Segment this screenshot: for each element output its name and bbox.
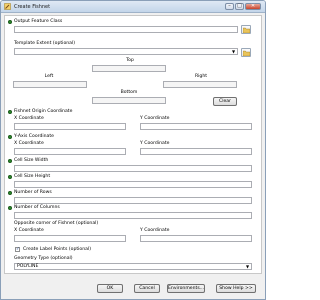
- columns-input[interactable]: [14, 212, 252, 219]
- clear-button[interactable]: Clear: [213, 97, 237, 106]
- button-bar: OK Cancel Environments... Show Help >>: [1, 277, 265, 299]
- yaxis-x-input[interactable]: [14, 148, 126, 155]
- create-label-points-label: Create Label Points (optional): [23, 247, 92, 252]
- opposite-y-input[interactable]: [140, 235, 252, 242]
- folder-icon: [243, 50, 250, 56]
- columns-label: Number of Columns: [14, 205, 60, 210]
- maximize-button[interactable]: □: [235, 3, 244, 10]
- required-dot-icon: [8, 20, 12, 24]
- geometry-type-label: Geometry Type (optional): [14, 256, 73, 261]
- origin-y-input[interactable]: [140, 123, 252, 130]
- required-dot-icon: [8, 159, 12, 163]
- rows-label: Number of Rows: [14, 190, 52, 195]
- required-dot-icon: [8, 206, 12, 210]
- yaxis-x-label: X Coordinate: [14, 141, 44, 146]
- minimize-button[interactable]: –: [225, 3, 234, 10]
- output-feature-class-label: Output Feature Class: [14, 19, 63, 24]
- geometry-type-dropdown[interactable]: POLYLINE ▼: [14, 263, 252, 270]
- origin-label: Fishnet Origin Coordinate: [14, 109, 73, 114]
- top-input[interactable]: [92, 65, 166, 72]
- cell-height-input[interactable]: [14, 181, 252, 188]
- left-label: Left: [44, 74, 54, 79]
- chevron-down-icon: ▼: [231, 49, 236, 54]
- opposite-label: Opposite corner of Fishnet (optional): [14, 221, 99, 226]
- yaxis-y-input[interactable]: [140, 148, 252, 155]
- rows-input[interactable]: [14, 197, 252, 204]
- opposite-y-label: Y Coordinate: [140, 228, 170, 233]
- parameters-panel: Output Feature Class Template Extent (op…: [4, 15, 262, 274]
- create-fishnet-dialog: Create Fishnet – □ ✕ Output Feature Clas…: [0, 0, 266, 300]
- opposite-x-input[interactable]: [14, 235, 126, 242]
- browse-output-button[interactable]: [241, 25, 251, 34]
- folder-icon: [243, 27, 250, 33]
- close-button[interactable]: ✕: [245, 3, 261, 10]
- template-extent-dropdown[interactable]: ▼: [14, 48, 238, 55]
- bottom-input[interactable]: [92, 97, 166, 104]
- browse-template-button[interactable]: [241, 48, 251, 57]
- right-input[interactable]: [163, 81, 237, 88]
- yaxis-label: Y-Axis Coordinate: [14, 134, 54, 139]
- right-label: Right: [194, 74, 208, 79]
- top-label: Top: [126, 58, 134, 63]
- cell-width-input[interactable]: [14, 165, 252, 172]
- bottom-label: Bottom: [120, 90, 138, 95]
- cell-height-label: Cell Size Height: [14, 174, 51, 179]
- required-dot-icon: [8, 135, 12, 139]
- required-dot-icon: [8, 191, 12, 195]
- geometry-type-value: POLYLINE: [17, 264, 39, 269]
- output-feature-class-input[interactable]: [14, 26, 238, 33]
- required-dot-icon: [8, 110, 12, 114]
- window-title: Create Fishnet: [14, 4, 51, 10]
- chevron-down-icon: ▼: [245, 264, 250, 269]
- yaxis-y-label: Y Coordinate: [140, 141, 170, 146]
- hammer-icon: [4, 3, 11, 10]
- template-extent-label: Template Extent (optional): [14, 41, 76, 46]
- ok-button[interactable]: OK: [97, 284, 123, 293]
- show-help-button[interactable]: Show Help >>: [216, 284, 256, 293]
- title-bar: Create Fishnet – □ ✕: [1, 1, 265, 13]
- origin-x-label: X Coordinate: [14, 116, 44, 121]
- opposite-x-label: X Coordinate: [14, 228, 44, 233]
- cancel-button[interactable]: Cancel: [134, 284, 160, 293]
- required-dot-icon: [8, 175, 12, 179]
- left-input[interactable]: [13, 81, 87, 88]
- create-label-points-checkbox[interactable]: ✓: [15, 247, 20, 252]
- origin-y-label: Y Coordinate: [140, 116, 170, 121]
- environments-button[interactable]: Environments...: [167, 284, 205, 293]
- origin-x-input[interactable]: [14, 123, 126, 130]
- cell-width-label: Cell Size Width: [14, 158, 49, 163]
